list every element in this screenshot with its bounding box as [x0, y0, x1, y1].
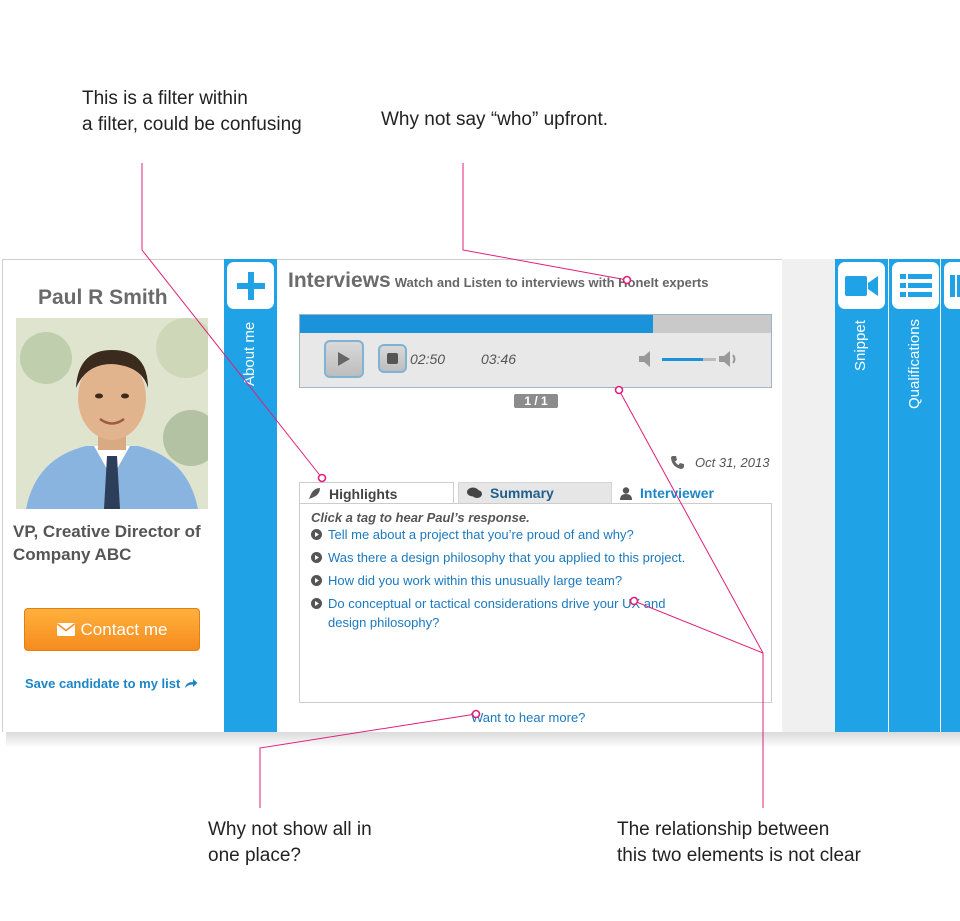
play-circle-icon	[311, 529, 322, 540]
plus-icon	[236, 271, 265, 300]
qualifications-label: Qualifications	[906, 318, 923, 409]
share-arrow-icon	[185, 679, 198, 688]
sidebar-tab-about-me[interactable]: About me	[224, 259, 277, 732]
play-circle-icon	[311, 598, 322, 609]
highlights-hint: Click a tag to hear Paul’s response.	[311, 510, 530, 525]
book-icon	[950, 275, 960, 297]
video-camera-icon	[844, 275, 878, 296]
tab-highlights-label: Highlights	[329, 485, 398, 502]
audio-player: 02:50 03:46	[299, 314, 772, 388]
stop-button[interactable]	[378, 344, 407, 373]
stop-icon	[387, 353, 398, 364]
video-camera-icon-box	[838, 262, 885, 309]
total-duration: 03:46	[481, 351, 517, 367]
tab-highlights[interactable]: Highlights	[299, 482, 454, 504]
elapsed-time: 02:50	[410, 351, 446, 367]
list-icon	[899, 273, 932, 297]
volume-slider[interactable]	[662, 358, 716, 361]
play-circle-icon	[311, 552, 322, 563]
playback-progress-bar[interactable]	[300, 315, 771, 333]
interviews-subtitle: Watch and Listen to interviews with Hone…	[394, 275, 709, 290]
playback-progress-fill	[300, 315, 654, 333]
candidate-photo	[16, 318, 208, 509]
annotation-who-note: Why not say “who” upfront.	[381, 109, 609, 130]
sidebar-tab-more[interactable]	[940, 259, 960, 732]
sidebar-tab-snippet[interactable]: Snippet	[835, 259, 888, 732]
question-item[interactable]: Was there a design philosophy that you a…	[311, 548, 701, 567]
tab-summary-label: Summary	[490, 485, 554, 501]
volume-slider-fill	[662, 358, 703, 361]
sidebar-tab-qualifications[interactable]: Qualifications	[888, 259, 940, 732]
question-text: Do conceptual or tactical considerations…	[328, 596, 666, 630]
interview-date-text: Oct 31, 2013	[695, 455, 770, 470]
candidate-portrait-image	[16, 318, 208, 509]
save-candidate-label: Save candidate to my list	[25, 676, 181, 691]
book-icon-box	[944, 262, 960, 309]
card-shadow	[6, 732, 960, 748]
tab-interviewer[interactable]: Interviewer	[612, 482, 772, 504]
interview-date: Oct 31, 2013	[670, 455, 769, 470]
plus-icon-box	[227, 262, 274, 309]
question-text: Was there a design philosophy that you a…	[328, 550, 686, 565]
chat-icon	[467, 487, 482, 498]
question-item[interactable]: How did you work within this unusually l…	[311, 571, 701, 590]
play-circle-icon	[311, 575, 322, 586]
about-me-label: About me	[241, 321, 258, 386]
phone-icon	[671, 456, 684, 469]
play-icon	[338, 352, 350, 366]
contact-me-button[interactable]: Contact me	[24, 608, 200, 651]
envelope-icon	[56, 623, 75, 636]
list-icon-box	[892, 262, 939, 309]
want-to-hear-more-link[interactable]: Want to hear more?	[471, 710, 585, 725]
annotation-relationship-note: The relationship between this two elemen…	[617, 819, 861, 866]
contact-me-label: Contact me	[80, 619, 168, 639]
interviews-heading: Interviews Watch and Listen to interviews…	[288, 269, 708, 293]
tab-interviewer-label: Interviewer	[640, 485, 714, 501]
rocket-icon	[309, 488, 320, 499]
snippet-label: Snippet	[852, 320, 869, 371]
question-text: Tell me about a project that you’re prou…	[328, 527, 634, 542]
play-button[interactable]	[324, 340, 364, 378]
candidate-title: VP, Creative Director of Company ABC	[13, 522, 201, 564]
question-item[interactable]: Tell me about a project that you’re prou…	[311, 525, 701, 544]
candidate-name: Paul R Smith	[38, 286, 168, 309]
content-gutter	[782, 259, 835, 732]
tab-summary[interactable]: Summary	[458, 482, 612, 504]
annotation-show-all-note: Why not show all in one place?	[208, 819, 372, 866]
question-text: How did you work within this unusually l…	[328, 573, 623, 588]
volume-low-icon[interactable]	[638, 350, 654, 373]
speaker-high-icon	[719, 351, 736, 367]
save-candidate-link[interactable]: Save candidate to my list	[25, 676, 198, 691]
question-item[interactable]: Do conceptual or tactical considerations…	[311, 594, 691, 632]
interview-pager: 1 / 1	[514, 394, 558, 408]
speaker-low-icon	[639, 351, 650, 367]
volume-high-icon[interactable]	[718, 348, 740, 375]
interviews-title: Interviews	[288, 269, 391, 292]
user-icon	[620, 486, 632, 500]
annotation-filter-note: This is a filter within a filter, could …	[82, 88, 302, 135]
